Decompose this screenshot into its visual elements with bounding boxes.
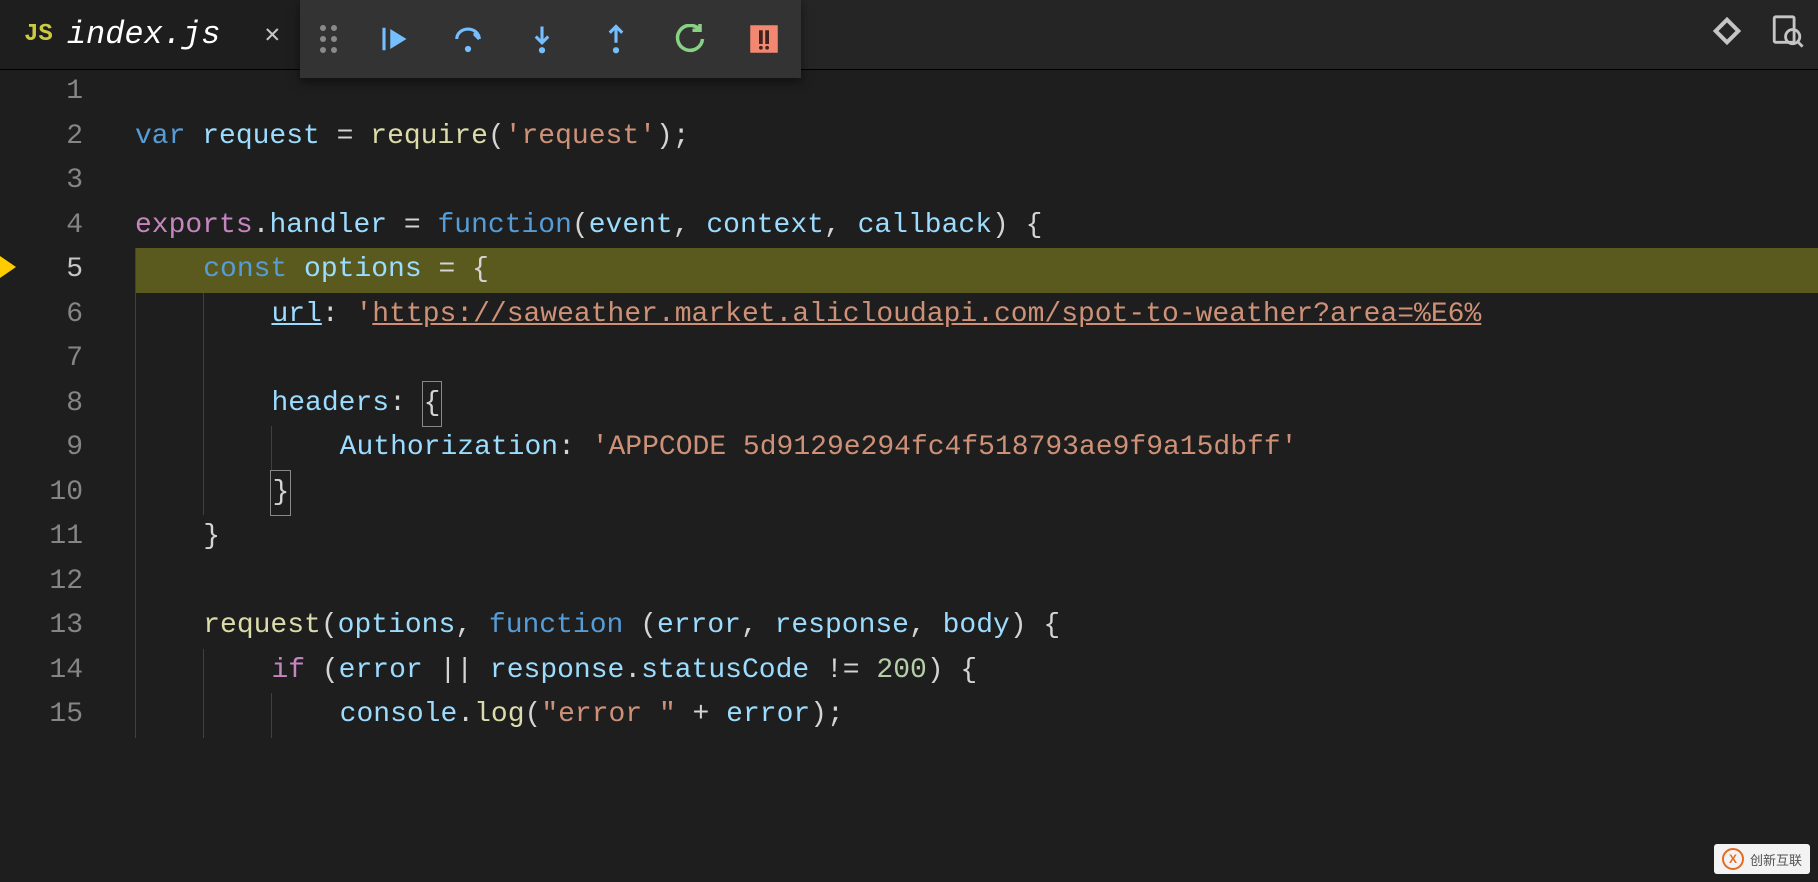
debug-toolbar: [300, 0, 801, 78]
code-line: if (error || response.statusCode != 200)…: [135, 649, 1818, 694]
line-number: 1: [20, 70, 83, 115]
line-number: 14: [20, 649, 83, 694]
find-in-file-icon[interactable]: [1770, 14, 1804, 57]
step-into-button[interactable]: [525, 22, 559, 56]
code-line: [135, 337, 1818, 382]
source-control-icon[interactable]: [1710, 14, 1744, 57]
line-number: 6: [20, 293, 83, 338]
drag-handle-icon[interactable]: [320, 25, 337, 53]
code-line: }: [135, 515, 1818, 560]
code-line: exports.handler = function(event, contex…: [135, 204, 1818, 249]
line-number: 3: [20, 159, 83, 204]
watermark-text: 创新互联: [1750, 850, 1802, 869]
watermark: X 创新互联: [1714, 844, 1810, 874]
code-line: var request = require('request');: [135, 115, 1818, 160]
code-line: console.log("error " + error);: [135, 693, 1818, 738]
watermark-logo-icon: X: [1722, 848, 1744, 870]
step-over-button[interactable]: [451, 22, 485, 56]
titlebar-actions: [1710, 0, 1804, 70]
code-line: [135, 159, 1818, 204]
code-line: }: [135, 471, 1818, 516]
close-icon[interactable]: ✕: [234, 19, 280, 50]
line-number: 10: [20, 471, 83, 516]
code-line: request(options, function (error, respon…: [135, 604, 1818, 649]
line-number: 4: [20, 204, 83, 249]
line-number: 12: [20, 560, 83, 605]
tab-index-js[interactable]: JS index.js ✕: [0, 0, 304, 69]
step-out-button[interactable]: [599, 22, 633, 56]
js-badge-icon: JS: [24, 21, 53, 48]
stop-button[interactable]: [747, 22, 781, 56]
code-area[interactable]: var request = require('request'); exports…: [105, 70, 1818, 882]
code-editor[interactable]: 123456789101112131415 var request = requ…: [0, 70, 1818, 882]
tab-filename: index.js: [67, 16, 221, 53]
code-line: headers: {: [135, 382, 1818, 427]
line-number: 7: [20, 337, 83, 382]
restart-button[interactable]: [673, 22, 707, 56]
code-line: url: 'https://saweather.market.aliclouda…: [135, 293, 1818, 338]
breakpoint-gutter[interactable]: [0, 70, 20, 882]
line-number: 11: [20, 515, 83, 560]
line-number: 15: [20, 693, 83, 738]
continue-button[interactable]: [377, 22, 411, 56]
code-line: [135, 560, 1818, 605]
line-number-gutter: 123456789101112131415: [20, 70, 105, 882]
line-number: 13: [20, 604, 83, 649]
execution-pointer-icon: [0, 256, 16, 278]
line-number: 8: [20, 382, 83, 427]
line-number: 5: [20, 248, 83, 293]
tab-bar: JS index.js ✕: [0, 0, 1818, 70]
line-number: 9: [20, 426, 83, 471]
code-line: Authorization: 'APPCODE 5d9129e294fc4f51…: [135, 426, 1818, 471]
code-line: const options = {: [135, 248, 1818, 293]
line-number: 2: [20, 115, 83, 160]
